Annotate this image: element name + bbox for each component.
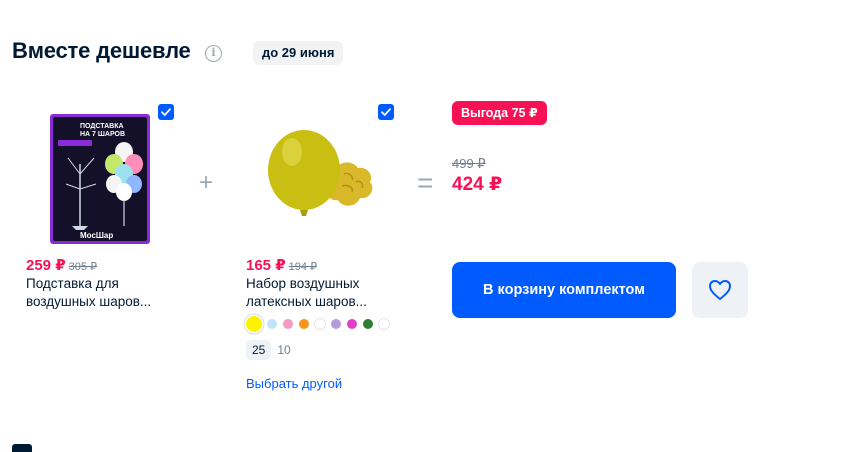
item-1-old-price: 305 ₽ — [68, 261, 98, 273]
color-swatch-white[interactable] — [315, 319, 325, 329]
size-options: 25 10 — [246, 340, 297, 360]
plus-sign: + — [199, 169, 214, 196]
color-swatch-orange[interactable] — [299, 319, 309, 329]
item-1-name-line1: Подставка для — [26, 276, 119, 291]
color-swatch-magenta[interactable] — [347, 319, 357, 329]
total-old-price: 499 ₽ — [452, 156, 486, 171]
color-swatch-clear[interactable] — [379, 319, 389, 329]
total-new-price: 424 ₽ — [452, 174, 503, 195]
item-1-current-price: 259 ₽ — [26, 257, 66, 274]
item-2-name-line2: латексных шаров... — [246, 294, 367, 309]
profit-badge: Выгода 75 ₽ — [452, 101, 547, 125]
svg-text:НА 7 ШАРОВ: НА 7 ШАРОВ — [80, 131, 125, 138]
equals-sign: = — [417, 167, 434, 198]
color-swatch-green[interactable] — [363, 319, 373, 329]
check-icon — [381, 108, 391, 116]
info-icon[interactable]: i — [205, 45, 222, 62]
item-1-price: 259 ₽305 ₽ — [26, 256, 97, 274]
size-option-25[interactable]: 25 — [246, 340, 272, 360]
heart-icon — [709, 280, 731, 300]
item-1-checkbox[interactable] — [158, 104, 174, 120]
item-2-old-price: 194 ₽ — [288, 261, 318, 273]
item-2-current-price: 165 ₽ — [246, 257, 286, 274]
date-chip: до 29 июня — [253, 41, 344, 65]
product-image-balloon-stand[interactable]: ПОДСТАВКА НА 7 ШАРОВ МосШар — [50, 114, 150, 244]
item-1-name[interactable]: Подставка для воздушных шаров... — [26, 275, 166, 311]
item-2-price: 165 ₽194 ₽ — [246, 256, 317, 274]
section-title: Вместе дешевле — [12, 38, 191, 63]
item-1-name-line2: воздушных шаров... — [26, 294, 152, 309]
size-option-10[interactable]: 10 — [277, 340, 290, 360]
product-image-latex-balloons[interactable] — [258, 124, 382, 224]
color-swatch-light-blue[interactable] — [267, 319, 277, 329]
choose-other-link[interactable]: Выбрать другой — [246, 376, 342, 391]
color-swatch-pink[interactable] — [283, 319, 293, 329]
add-bundle-to-cart-button[interactable]: В корзину комплектом — [452, 262, 676, 318]
item-2-name-line1: Набор воздушных — [246, 276, 360, 291]
favorite-button[interactable] — [692, 262, 748, 318]
item-2-checkbox[interactable] — [378, 104, 394, 120]
color-swatch-yellow[interactable] — [246, 316, 262, 332]
color-swatches — [246, 316, 395, 332]
svg-text:МосШар: МосШар — [80, 231, 113, 240]
item-2-name[interactable]: Набор воздушных латексных шаров... — [246, 275, 386, 311]
check-icon — [161, 108, 171, 116]
svg-text:ПОДСТАВКА: ПОДСТАВКА — [80, 123, 124, 130]
next-section-title — [12, 444, 32, 452]
color-swatch-lavender[interactable] — [331, 319, 341, 329]
